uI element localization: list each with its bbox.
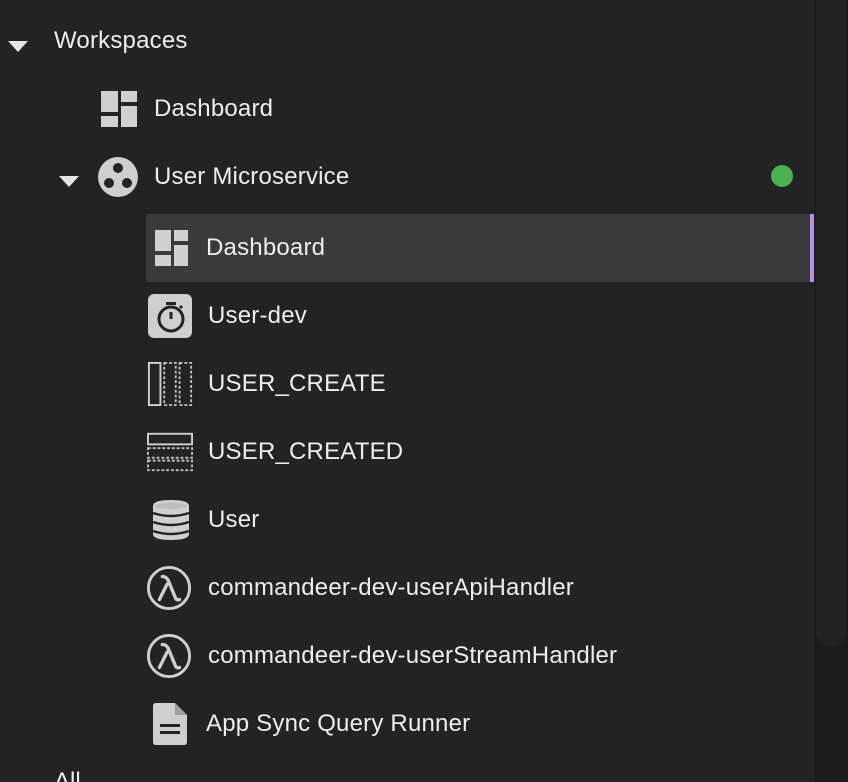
tree-item-label: Dashboard bbox=[206, 234, 326, 261]
dashboard-icon bbox=[96, 86, 142, 132]
tree-item-label: USER_CREATE bbox=[208, 370, 386, 397]
tree-item-dashboard[interactable]: Dashboard bbox=[0, 75, 814, 143]
tree-item-all[interactable]: All bbox=[54, 768, 81, 782]
tree-item-label: User-dev bbox=[208, 302, 307, 329]
stream-icon bbox=[147, 361, 193, 407]
tree-item-label: App Sync Query Runner bbox=[206, 710, 471, 737]
tree-item-dashboard-child[interactable]: Dashboard bbox=[146, 214, 810, 282]
dashboard-icon bbox=[146, 225, 192, 271]
database-icon bbox=[148, 497, 194, 543]
tree-item-user-created[interactable]: USER_CREATED bbox=[146, 418, 810, 486]
tree-item-label: Workspaces bbox=[54, 27, 188, 54]
caret-down-icon[interactable] bbox=[8, 41, 28, 52]
tree-item-stream-handler[interactable]: commandeer-dev-userStreamHandler bbox=[146, 622, 810, 690]
stopwatch-icon bbox=[147, 293, 193, 339]
tree-item-label: Dashboard bbox=[154, 95, 274, 122]
document-icon bbox=[147, 701, 193, 747]
lambda-icon bbox=[146, 565, 192, 611]
tree-item-workspaces[interactable]: Workspaces bbox=[0, 7, 814, 75]
status-indicator bbox=[771, 165, 793, 187]
tree-item-label: commandeer-dev-userApiHandler bbox=[208, 574, 574, 601]
tree-item-user-table[interactable]: User bbox=[146, 486, 810, 554]
tree-item-label: User bbox=[208, 506, 260, 533]
scrollbar-thumb[interactable] bbox=[816, 0, 846, 646]
lambda-icon bbox=[146, 633, 192, 679]
sidebar-tree: Workspaces Dashboard User Microservice D… bbox=[0, 0, 814, 782]
tree-item-appsync-runner[interactable]: App Sync Query Runner bbox=[146, 690, 810, 758]
tree-item-user-dev[interactable]: User-dev bbox=[146, 282, 810, 350]
tree-item-user-create[interactable]: USER_CREATE bbox=[146, 350, 810, 418]
microservice-icon bbox=[95, 154, 141, 200]
tree-item-label: commandeer-dev-userStreamHandler bbox=[208, 642, 618, 669]
caret-down-icon[interactable] bbox=[59, 176, 79, 187]
tree-item-label: USER_CREATED bbox=[208, 438, 404, 465]
tree-item-user-microservice[interactable]: User Microservice bbox=[0, 143, 814, 211]
queue-icon bbox=[147, 429, 193, 475]
tree-item-label: User Microservice bbox=[154, 163, 350, 190]
tree-item-api-handler[interactable]: commandeer-dev-userApiHandler bbox=[146, 554, 810, 622]
